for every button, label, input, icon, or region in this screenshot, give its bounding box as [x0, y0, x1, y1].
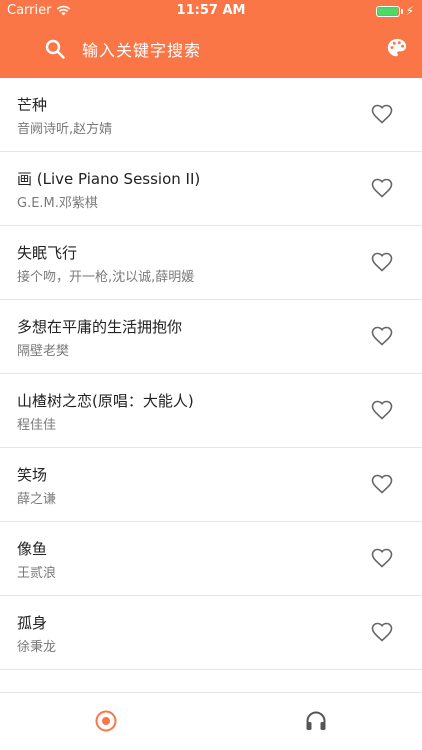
- heart-icon[interactable]: [370, 472, 394, 496]
- charging-bolt-icon: ⚡: [405, 4, 414, 18]
- song-artist: 徐秉龙: [17, 640, 57, 655]
- heart-icon[interactable]: [370, 324, 394, 348]
- song-item[interactable]: 失眠飞行接个吻，开一枪,沈以诚,薛明媛: [0, 226, 422, 300]
- heart-icon[interactable]: [370, 620, 394, 644]
- search-bar[interactable]: 输入关键字搜索: [44, 34, 344, 64]
- status-bar: Carrier 11:57 AM ⚡: [0, 0, 422, 22]
- search-icon[interactable]: [44, 38, 66, 60]
- song-item[interactable]: 笑场 薛之谦: [0, 448, 422, 522]
- song-item[interactable]: 山楂树之恋(原唱：大能人) 程佳佳: [0, 374, 422, 448]
- heart-icon[interactable]: [370, 398, 394, 422]
- song-title: 山楂树之恋(原唱：大能人): [17, 392, 194, 410]
- song-artist: 王贰浪: [17, 566, 57, 581]
- tab-bar: [0, 692, 422, 750]
- song-title: 像鱼: [17, 540, 48, 558]
- heart-icon[interactable]: [370, 250, 394, 274]
- song-title: 失眠飞行: [17, 244, 78, 262]
- search-placeholder[interactable]: 输入关键字搜索: [82, 37, 201, 61]
- heart-icon[interactable]: [370, 546, 394, 570]
- status-time: 11:57 AM: [176, 3, 246, 18]
- record-icon[interactable]: [94, 709, 118, 733]
- song-title: 笑场: [17, 466, 48, 484]
- song-item[interactable]: 孤身 徐秉龙: [0, 596, 422, 670]
- song-item[interactable]: 画 (Live Piano Session II) G.E.M.邓紫棋: [0, 152, 422, 226]
- song-title: 多想在平庸的生活拥抱你: [17, 318, 183, 336]
- song-artist: 薛之谦: [17, 492, 57, 507]
- song-list[interactable]: 芒种音阙诗听,赵方婧画 (Live Piano Session II) G.E.M…: [0, 78, 422, 692]
- song-item[interactable]: 芒种音阙诗听,赵方婧: [0, 78, 422, 152]
- song-title: 孤身: [17, 614, 48, 632]
- battery-cap: [400, 8, 403, 14]
- app-screen: Carrier 11:57 AM ⚡ 输入关键字搜索 芒种 音阙诗听,赵方婧 画…: [0, 0, 422, 750]
- song-item[interactable]: 多想在平庸的生活拥抱你 隔壁老樊: [0, 300, 422, 374]
- heart-icon[interactable]: [370, 102, 394, 126]
- song-artist: 音阙诗听,赵方婧: [17, 122, 113, 137]
- song-title: 画 (Live Piano Session II): [17, 170, 201, 188]
- header: Carrier 11:57 AM ⚡ 输入关键字搜索: [0, 0, 422, 78]
- battery-level: [377, 7, 398, 15]
- battery-icon: [375, 5, 400, 17]
- song-artist: G.E.M.邓紫棋: [17, 196, 98, 211]
- song-title: 芒种: [17, 96, 48, 114]
- headphones-icon[interactable]: [304, 709, 328, 733]
- song-artist: 程佳佳: [17, 418, 57, 433]
- song-artist: 接个吻，开一枪,沈以诚,薛明媛: [17, 270, 195, 285]
- battery-indicator: ⚡: [375, 4, 414, 18]
- heart-icon[interactable]: [370, 176, 394, 200]
- palette-icon[interactable]: [386, 37, 408, 59]
- song-artist: 隔壁老樊: [17, 344, 70, 359]
- song-item[interactable]: 像鱼 王贰浪: [0, 522, 422, 596]
